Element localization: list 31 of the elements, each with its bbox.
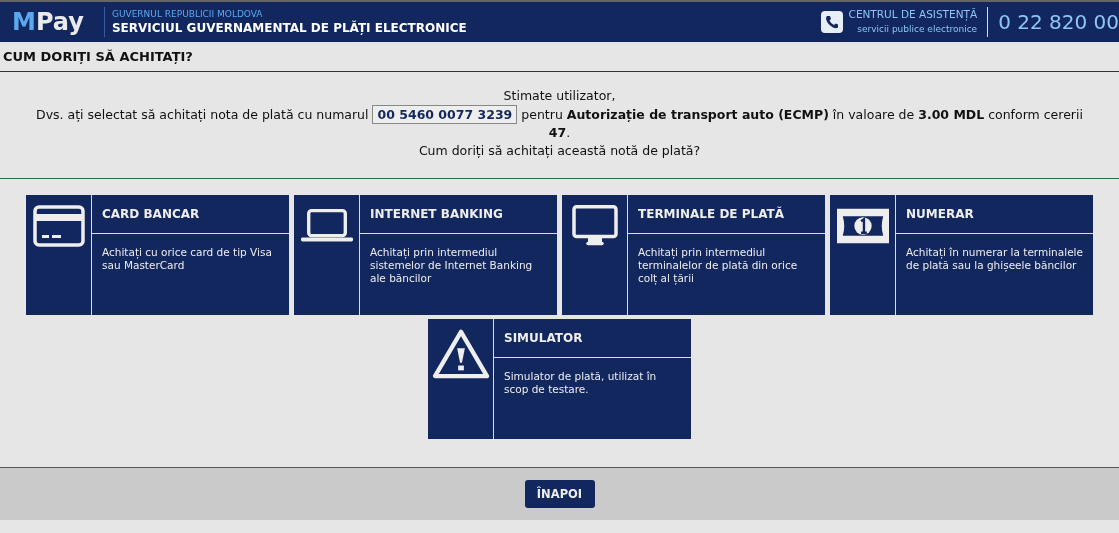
payment-method-title: SIMULATOR <box>494 319 691 358</box>
payment-method-card[interactable]: TERMINALE DE PLATĂ Achitați prin intermediul terminalelor de plată din orice colț al țării <box>562 195 825 315</box>
page-title: CUM DORIȚI SĂ ACHITAȚI? <box>3 49 193 64</box>
credit-card-icon <box>32 205 85 247</box>
payment-method-description: Achitați prin intermediul sistemelor de Internet Banking ale băncilor <box>369 245 534 285</box>
invoice-number: 00 5460 0077 3239 <box>372 105 518 124</box>
question-text: Cum doriți să achitați această notă de plată? <box>417 142 702 160</box>
payment-method-card[interactable]: INTERNET BANKING Achitați prin intermediul sistemelor de Internet Banking ale băncilor <box>294 195 557 315</box>
logo[interactable]: MPay <box>0 7 105 37</box>
message-text: pentru Autorizație de transport auto (ECMP) în valoare de 3.00 MDL conform cererii 47. <box>521 107 1083 140</box>
payment-method-description: Achitați în numerar la terminalele de plată sau la ghișeele băncilor <box>905 245 1084 272</box>
payment-method-card[interactable]: SIMULATOR Simulator de plată, utilizat în scop de testare. <box>428 319 691 439</box>
payment-method-title: NUMERAR <box>896 195 1093 234</box>
help-center-subtitle: servicii publice electronice <box>856 23 978 36</box>
warning-icon <box>431 329 490 379</box>
payment-method-description: Simulator de plată, utilizat în scop de testare. <box>503 369 658 396</box>
payment-method-card[interactable]: NUMERAR Achitați în numerar la terminalele de plată sau la ghișeele băncilor <box>830 195 1093 315</box>
help-center-title: CENTRUL DE ASISTENȚĂ <box>848 7 978 22</box>
phone-icon <box>820 11 843 33</box>
service-title: SERVICIUL GUVERNAMENTAL DE PLĂȚI ELECTRONICE <box>111 20 467 36</box>
government-label: GUVERNUL REPUBLICII MOLDOVA <box>111 8 264 20</box>
greeting-text: Stimate utilizator, <box>502 87 617 105</box>
payment-method-description: Achitați cu orice card de tip Visa sau MasterCard <box>101 245 273 272</box>
message-text: Dvs. ați selectat să achitați nota de plată cu numarul <box>36 107 369 122</box>
payment-method-title: TERMINALE DE PLATĂ <box>628 195 825 234</box>
back-button[interactable]: ÎNAPOI <box>524 480 595 508</box>
phone-number[interactable]: 0 22 820 00 <box>988 10 1119 34</box>
payment-method-description: Achitați prin intermediul terminalelor de plată din orice colț al țării <box>637 245 799 285</box>
payment-method-title: CARD BANCAR <box>92 195 289 234</box>
payment-method-card[interactable]: CARD BANCAR Achitați cu orice card de tip Visa sau MasterCard <box>26 195 289 315</box>
payment-method-title: INTERNET BANKING <box>360 195 557 234</box>
